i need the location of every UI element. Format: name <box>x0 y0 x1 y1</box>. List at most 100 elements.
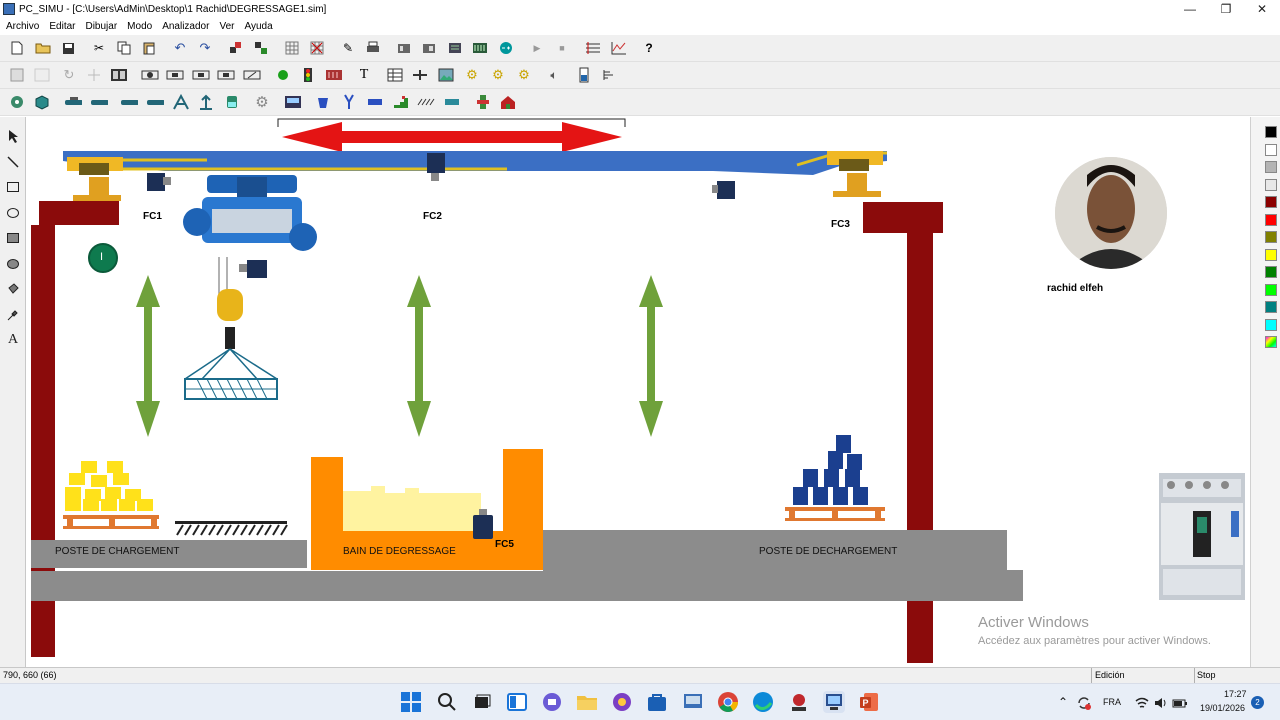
sensor-icon[interactable] <box>192 66 210 84</box>
wifi-icon[interactable] <box>1134 695 1150 711</box>
widgets-icon[interactable] <box>506 691 528 713</box>
volume-icon[interactable] <box>1153 695 1169 711</box>
tank-icon[interactable] <box>223 93 241 111</box>
lamp-icon[interactable] <box>274 66 292 84</box>
menu-modo[interactable]: Modo <box>127 21 152 32</box>
conveyor-icon[interactable] <box>64 93 82 111</box>
clock-date[interactable]: 19/01/2026 <box>1200 703 1245 713</box>
battery-icon[interactable] <box>1172 695 1188 711</box>
language-indicator[interactable]: FRA <box>1103 697 1121 707</box>
color-swatch-yellow[interactable] <box>1265 249 1277 261</box>
line-icon[interactable] <box>4 153 22 171</box>
bar-icon[interactable] <box>443 93 461 111</box>
ellipse-icon[interactable] <box>4 204 22 222</box>
bar-icon[interactable] <box>366 93 384 111</box>
sensor-icon[interactable] <box>141 66 159 84</box>
text-tool-icon[interactable]: A <box>4 331 22 349</box>
powerpoint-icon[interactable]: P <box>858 691 880 713</box>
device-icon[interactable] <box>33 66 51 84</box>
group-icon[interactable] <box>227 39 245 57</box>
cylinder-icon[interactable] <box>474 93 492 111</box>
play-icon[interactable]: ▶ <box>528 39 546 57</box>
display-icon[interactable] <box>325 66 343 84</box>
chrome-icon[interactable] <box>717 691 739 713</box>
gear-icon[interactable]: ⚙ <box>489 66 507 84</box>
picture-icon[interactable] <box>437 66 455 84</box>
close-button[interactable]: ✕ <box>1244 0 1280 18</box>
conveyor-icon[interactable] <box>90 93 108 111</box>
pc-simu-taskbar-icon[interactable] <box>823 691 845 713</box>
bucket-icon[interactable] <box>314 93 332 111</box>
sync-icon[interactable] <box>1076 695 1092 711</box>
file-explorer-icon[interactable] <box>576 691 598 713</box>
stop-icon[interactable]: ■ <box>553 39 571 57</box>
sensor-icon[interactable] <box>166 66 184 84</box>
arduino-icon[interactable] <box>497 39 515 57</box>
color-swatch-white[interactable] <box>1265 144 1277 156</box>
windows-start-icon[interactable] <box>400 691 422 713</box>
gear-icon[interactable]: ⚙ <box>463 66 481 84</box>
device-icon[interactable] <box>8 66 26 84</box>
select-arrow-icon[interactable] <box>4 127 22 145</box>
simulation-canvas[interactable]: FC1 FC2 FC3 FC5 I rachid elfeh POSTE DE … <box>27 117 1249 667</box>
crosshair-icon[interactable] <box>85 66 103 84</box>
bargraph-icon[interactable] <box>600 66 618 84</box>
panel-icon[interactable] <box>284 93 302 111</box>
copy-icon[interactable] <box>115 39 133 57</box>
color-swatch-dark-red[interactable] <box>1265 196 1277 208</box>
crane-icon[interactable] <box>172 93 190 111</box>
sensor-icon[interactable] <box>243 66 261 84</box>
hatch-icon[interactable] <box>417 93 435 111</box>
new-file-icon[interactable] <box>8 39 26 57</box>
module-icon[interactable] <box>446 39 464 57</box>
speaker-icon[interactable]: 🔈︎ <box>545 66 563 84</box>
open-folder-icon[interactable] <box>34 39 52 57</box>
conveyor-icon[interactable] <box>146 93 164 111</box>
help-icon[interactable]: ? <box>640 39 658 57</box>
box-icon[interactable] <box>33 93 51 111</box>
conveyor-icon[interactable] <box>120 93 138 111</box>
task-view-icon[interactable] <box>471 691 493 713</box>
menu-archivo[interactable]: Archivo <box>6 21 39 32</box>
text-icon[interactable]: T <box>355 66 373 84</box>
save-icon[interactable] <box>59 39 77 57</box>
grid-snap-icon[interactable] <box>308 39 326 57</box>
festo-icon[interactable] <box>682 691 704 713</box>
search-icon[interactable] <box>436 691 458 713</box>
pliers-icon[interactable] <box>340 93 358 111</box>
rectangle-icon[interactable] <box>4 178 22 196</box>
analyzer-icon[interactable] <box>584 39 602 57</box>
color-swatch-red[interactable] <box>1265 214 1277 226</box>
edge-icon[interactable] <box>752 691 774 713</box>
module-icon[interactable] <box>395 39 413 57</box>
chart-icon[interactable] <box>610 39 628 57</box>
grid-icon[interactable] <box>283 39 301 57</box>
crane-icon[interactable] <box>197 93 215 111</box>
menu-dibujar[interactable]: Dibujar <box>85 21 117 32</box>
fill-bucket-icon[interactable] <box>4 280 22 298</box>
color-swatch-cyan[interactable] <box>1265 319 1277 331</box>
cut-icon[interactable]: ✂ <box>90 39 108 57</box>
pencil-icon[interactable]: ✎ <box>339 39 357 57</box>
minimize-button[interactable]: — <box>1172 0 1208 18</box>
color-swatch-green[interactable] <box>1265 266 1277 278</box>
table-icon[interactable] <box>386 66 404 84</box>
store-icon[interactable] <box>646 691 668 713</box>
stairs-icon[interactable] <box>392 93 410 111</box>
tray-chevron-icon[interactable]: ⌃ <box>1058 695 1068 709</box>
gear-icon[interactable]: ⚙ <box>515 66 533 84</box>
clock-time[interactable]: 17:27 <box>1224 689 1247 699</box>
color-swatch-gray[interactable] <box>1265 161 1277 173</box>
rotate-icon[interactable]: ↻ <box>60 66 78 84</box>
maximize-button[interactable]: ❐ <box>1208 0 1244 18</box>
valve-icon[interactable] <box>411 66 429 84</box>
robot-icon[interactable] <box>8 93 26 111</box>
ungroup-icon[interactable] <box>252 39 270 57</box>
undo-icon[interactable]: ↶ <box>171 39 189 57</box>
color-swatch-lime[interactable] <box>1265 284 1277 296</box>
cade-simu-icon[interactable] <box>788 691 810 713</box>
filled-ellipse-icon[interactable] <box>4 255 22 273</box>
sensor-icon[interactable] <box>217 66 235 84</box>
traffic-light-icon[interactable] <box>299 66 317 84</box>
eyedropper-icon[interactable] <box>4 306 22 324</box>
